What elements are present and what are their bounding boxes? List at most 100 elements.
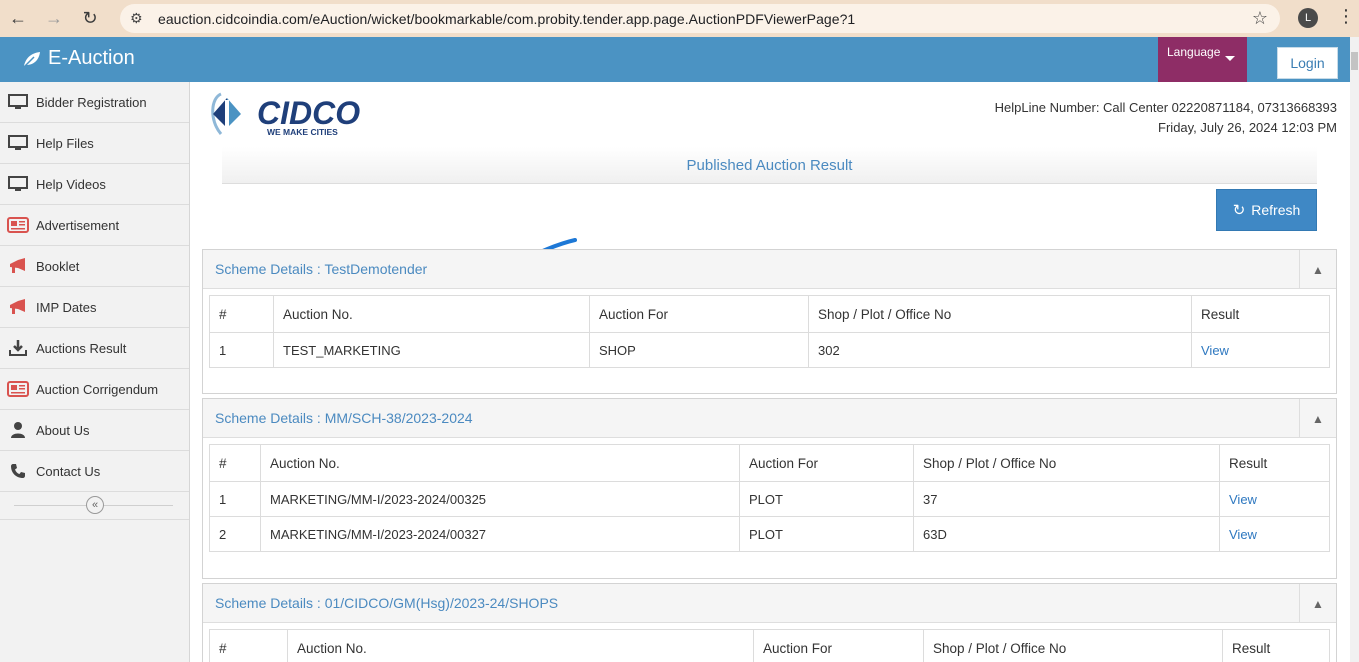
table-row: 2 MARKETING/MM-I/2023-2024/00327 PLOT 63… [209, 516, 1330, 552]
cell-index: 1 [209, 481, 261, 517]
column-header: Auction No. [273, 295, 590, 333]
column-header: Auction For [753, 629, 924, 662]
sidebar-item-auction-corrigendum[interactable]: Auction Corrigendum [0, 369, 189, 410]
phone-icon [0, 463, 36, 479]
cell-unit-no: 37 [913, 481, 1220, 517]
browser-menu-icon[interactable]: ⋮ [1337, 6, 1355, 27]
sidebar-item-label: Bidder Registration [36, 94, 147, 110]
sidebar-item-help-files[interactable]: Help Files [0, 123, 189, 164]
scheme-title: Scheme Details : 01/CIDCO/GM(Hsg)/2023-2… [215, 595, 559, 611]
site-settings-icon[interactable]: ⚙ [130, 10, 154, 27]
column-header: Auction For [589, 295, 809, 333]
sidebar-item-label: Help Files [36, 135, 94, 151]
cell-index: 2 [209, 516, 261, 552]
app-header: E-Auction [0, 37, 1359, 82]
chevron-up-icon[interactable]: ▲ [1299, 399, 1336, 438]
reload-icon[interactable]: ↻ [72, 0, 108, 37]
column-header: Auction No. [287, 629, 754, 662]
main-content: CIDCO WE MAKE CITIES HelpLine Number: Ca… [190, 82, 1350, 662]
scheme-title: Scheme Details : TestDemotender [215, 261, 428, 277]
sidebar-item-bidder-registration[interactable]: Bidder Registration [0, 82, 189, 123]
column-header: Auction No. [260, 444, 740, 482]
refresh-button[interactable]: ↻ Refresh [1216, 189, 1317, 231]
sidebar-item-contact-us[interactable]: Contact Us [0, 451, 189, 492]
table-header-row: # Auction No. Auction For Shop / Plot / … [209, 295, 1330, 333]
sidebar: Bidder Registration Help Files Help Vide… [0, 82, 190, 662]
leaf-icon [23, 51, 40, 68]
forward-icon[interactable]: → [36, 0, 72, 37]
login-button[interactable]: Login [1277, 47, 1338, 79]
sidebar-item-label: Auctions Result [36, 340, 127, 356]
app-title: E-Auction [48, 47, 135, 69]
current-datetime: Friday, July 26, 2024 12:03 PM [1158, 120, 1337, 135]
page-scrollbar[interactable] [1350, 37, 1359, 662]
helpline-info: HelpLine Number: Call Center 02220871184… [995, 98, 1337, 138]
cell-auction-no: MARKETING/MM-I/2023-2024/00325 [260, 481, 740, 517]
sidebar-item-booklet[interactable]: Booklet [0, 246, 189, 287]
cidco-logo[interactable]: CIDCO WE MAKE CITIES [207, 84, 367, 140]
helpline-number: HelpLine Number: Call Center 02220871184… [994, 100, 1337, 115]
app-brand[interactable]: E-Auction [22, 47, 135, 70]
cell-unit-no: 302 [808, 332, 1192, 368]
cell-auction-no: TEST_MARKETING [273, 332, 590, 368]
refresh-label: Refresh [1251, 202, 1301, 218]
scheme-title: Scheme Details : MM/SCH-38/2023-2024 [215, 410, 473, 426]
megaphone-icon [0, 298, 36, 316]
chevron-up-icon[interactable]: ▲ [1299, 584, 1336, 623]
newspaper-icon [0, 381, 36, 397]
results-table: # Auction No. Auction For Shop / Plot / … [209, 629, 1330, 662]
view-link[interactable]: View [1191, 332, 1330, 368]
sidebar-item-imp-dates[interactable]: IMP Dates [0, 287, 189, 328]
monitor-icon [0, 135, 36, 151]
bookmark-star-icon[interactable]: ☆ [1252, 8, 1268, 29]
sidebar-item-label: Booklet [36, 258, 80, 274]
view-link[interactable]: View [1219, 516, 1330, 552]
table-row: 1 TEST_MARKETING SHOP 302 View [209, 332, 1330, 368]
cell-auction-for: SHOP [589, 332, 809, 368]
table-header-row: # Auction No. Auction For Shop / Plot / … [209, 629, 1330, 662]
newspaper-icon [0, 217, 36, 233]
column-header: Shop / Plot / Office No [923, 629, 1223, 662]
cell-auction-for: PLOT [739, 481, 914, 517]
sidebar-item-label: Advertisement [36, 217, 120, 233]
sidebar-item-label: Auction Corrigendum [36, 381, 159, 397]
sidebar-item-auctions-result[interactable]: Auctions Result [0, 328, 189, 369]
profile-avatar[interactable]: L [1298, 8, 1318, 28]
scheme-panel: Scheme Details : MM/SCH-38/2023-2024 ▲ #… [202, 398, 1337, 579]
sidebar-item-label: Help Videos [36, 176, 106, 192]
scheme-panel: Scheme Details : 01/CIDCO/GM(Hsg)/2023-2… [202, 583, 1337, 662]
column-header: Shop / Plot / Office No [808, 295, 1192, 333]
refresh-icon: ↻ [1232, 202, 1246, 219]
table-row: 1 MARKETING/MM-I/2023-2024/00325 PLOT 37… [209, 481, 1330, 517]
column-header: Auction For [739, 444, 914, 482]
url-text: eauction.cidcoindia.com/eAuction/wicket/… [158, 10, 856, 27]
scheme-panel-header[interactable]: Scheme Details : 01/CIDCO/GM(Hsg)/2023-2… [203, 584, 1336, 623]
sidebar-item-label: Contact Us [36, 463, 101, 479]
scrollbar-thumb[interactable] [1351, 52, 1358, 70]
back-icon[interactable]: ← [0, 0, 36, 37]
view-link[interactable]: View [1219, 481, 1330, 517]
sidebar-item-help-videos[interactable]: Help Videos [0, 164, 189, 205]
cell-auction-for: PLOT [739, 516, 914, 552]
scheme-panel-header[interactable]: Scheme Details : MM/SCH-38/2023-2024 ▲ [203, 399, 1336, 438]
sidebar-item-about-us[interactable]: About Us [0, 410, 189, 451]
download-icon [0, 339, 36, 357]
sidebar-item-label: IMP Dates [36, 299, 97, 315]
cell-index: 1 [209, 332, 274, 368]
logo-tagline: WE MAKE CITIES [267, 127, 338, 137]
collapse-double-chevron-icon[interactable]: « [86, 496, 104, 514]
cell-auction-no: MARKETING/MM-I/2023-2024/00327 [260, 516, 740, 552]
column-header: Shop / Plot / Office No [913, 444, 1220, 482]
cell-unit-no: 63D [913, 516, 1220, 552]
language-dropdown[interactable]: Language [1158, 37, 1247, 82]
chevron-up-icon[interactable]: ▲ [1299, 250, 1336, 289]
address-bar[interactable]: ⚙ eauction.cidcoindia.com/eAuction/wicke… [120, 4, 1280, 33]
logo-text: CIDCO [257, 95, 360, 131]
monitor-icon [0, 176, 36, 192]
column-header: # [209, 295, 274, 333]
megaphone-icon [0, 257, 36, 275]
sidebar-item-advertisement[interactable]: Advertisement [0, 205, 189, 246]
column-header: # [209, 629, 288, 662]
scheme-panel-header[interactable]: Scheme Details : TestDemotender ▲ [203, 250, 1336, 289]
sidebar-collapse: « [0, 492, 189, 520]
